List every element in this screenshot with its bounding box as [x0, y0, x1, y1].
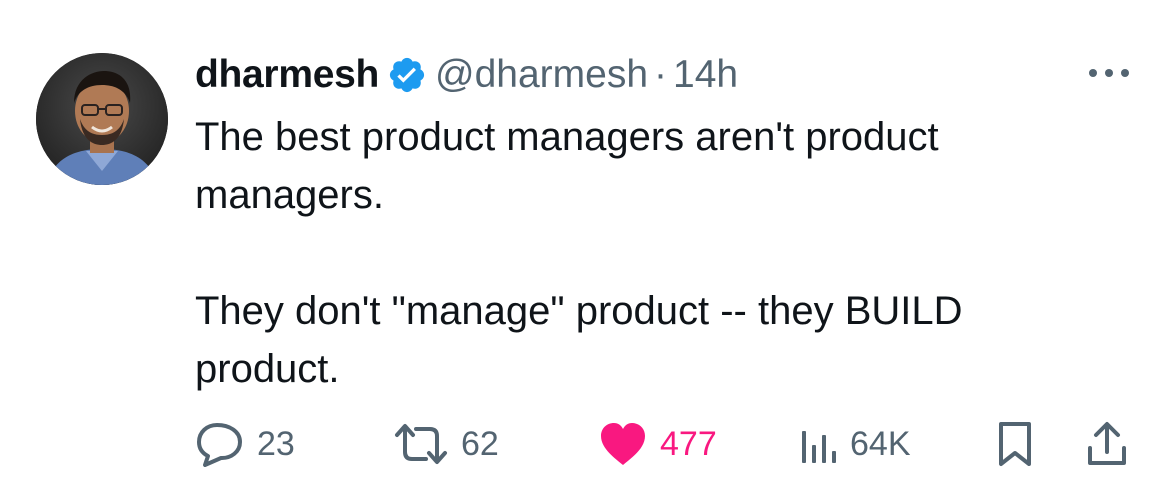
- timestamp[interactable]: 14h: [673, 53, 738, 97]
- display-name[interactable]: dharmesh: [195, 53, 379, 97]
- more-horizontal-icon[interactable]: [1086, 60, 1132, 86]
- share-button[interactable]: [1085, 418, 1129, 470]
- verified-badge-icon[interactable]: [387, 55, 427, 95]
- repost-count: 62: [461, 424, 499, 463]
- avatar-image: [36, 53, 168, 185]
- handle[interactable]: @dharmesh: [435, 53, 648, 97]
- heart-filled-icon: [598, 421, 648, 467]
- tweet-paragraph: They don't "manage" product -- they BUIL…: [195, 289, 963, 391]
- tweet-header: dharmesh @dharmesh · 14h: [195, 50, 738, 100]
- separator-dot: ·: [654, 53, 668, 96]
- repost-button[interactable]: 62: [393, 418, 499, 470]
- avatar[interactable]: [36, 53, 168, 185]
- bookmark-icon: [995, 420, 1035, 468]
- like-button[interactable]: 477: [598, 418, 717, 470]
- views-bars-icon: [798, 421, 838, 467]
- like-count: 477: [660, 424, 717, 463]
- views-count: 64K: [850, 424, 911, 463]
- reply-button[interactable]: 23: [195, 418, 295, 470]
- reply-bubble-icon: [195, 421, 245, 467]
- tweet-card[interactable]: dharmesh @dharmesh · 14h The best produc…: [0, 0, 1170, 499]
- repost-arrows-icon: [393, 421, 449, 467]
- tweet-text: The best product managers aren't product…: [195, 108, 1095, 398]
- action-bar: 23 62 477 64K: [195, 418, 1135, 470]
- bookmark-button[interactable]: [995, 418, 1035, 470]
- views-button[interactable]: 64K: [798, 418, 911, 470]
- share-upload-icon: [1085, 420, 1129, 468]
- reply-count: 23: [257, 424, 295, 463]
- tweet-paragraph: The best product managers aren't product…: [195, 115, 939, 217]
